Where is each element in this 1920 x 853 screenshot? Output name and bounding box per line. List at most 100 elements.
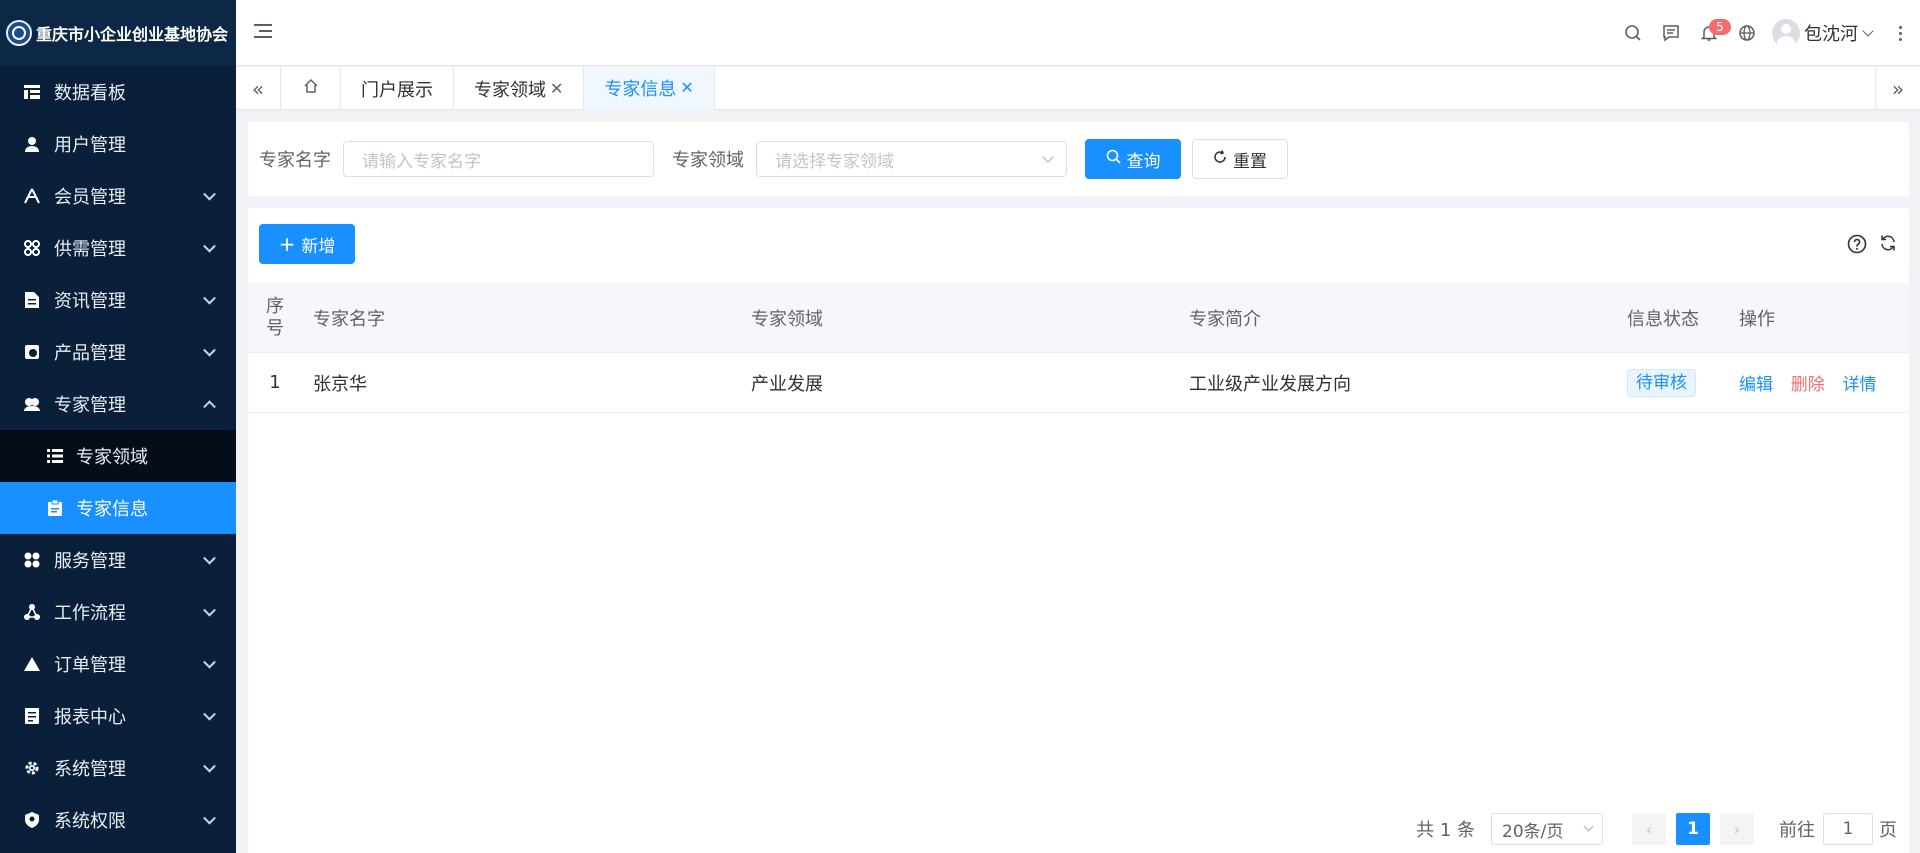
- member-icon: [22, 186, 42, 206]
- chevron-down-icon: [203, 291, 216, 305]
- sidebar-item-experts[interactable]: 专家管理: [0, 378, 236, 430]
- detail-link[interactable]: 详情: [1842, 375, 1876, 395]
- tab-portal[interactable]: 门户展示: [341, 67, 454, 110]
- sidebar-item-members[interactable]: 会员管理: [0, 170, 236, 222]
- column-header-name: 专家名字: [313, 308, 385, 330]
- sidebar-item-products[interactable]: 产品管理: [0, 326, 236, 378]
- chevron-down-icon: [203, 759, 216, 773]
- sidebar-item-label: 会员管理: [54, 187, 126, 208]
- column-header-ops: 操作: [1739, 308, 1775, 330]
- expert-icon: [22, 394, 42, 414]
- user-menu[interactable]: 包沈河: [1772, 19, 1878, 47]
- cell-index: 1: [269, 371, 281, 393]
- app-logo[interactable]: 重庆市小企业创业基地协会: [0, 0, 236, 66]
- tabs-scroll-left-icon[interactable]: «: [236, 67, 281, 110]
- pagination-total: 共 1 条: [1416, 820, 1475, 841]
- expert-field-select[interactable]: 请选择专家领域: [756, 141, 1067, 177]
- sidebar-item-label: 工作流程: [54, 603, 126, 624]
- status-badge: 待审核: [1627, 368, 1696, 397]
- tab-bar: « 门户展示 专家领域 ✕ 专家信息 ✕ »: [236, 67, 1920, 110]
- chevron-down-icon: [203, 239, 216, 253]
- sidebar-item-system[interactable]: 系统管理: [0, 742, 236, 794]
- next-page-button[interactable]: ›: [1720, 813, 1754, 845]
- tab-expert-fields[interactable]: 专家领域 ✕: [454, 67, 585, 110]
- list-icon: [46, 447, 64, 465]
- more-icon[interactable]: [1888, 25, 1912, 41]
- sidebar-item-users[interactable]: 用户管理: [0, 118, 236, 170]
- sidebar-item-orders[interactable]: 订单管理: [0, 638, 236, 690]
- sidebar-item-workflow[interactable]: 工作流程: [0, 586, 236, 638]
- sidebar-item-label: 资讯管理: [54, 291, 126, 312]
- service-icon: [22, 550, 42, 570]
- reset-button[interactable]: 重置: [1192, 139, 1288, 179]
- sidebar-item-supply[interactable]: 供需管理: [0, 222, 236, 274]
- query-button-label: 查询: [1126, 151, 1161, 172]
- globe-icon[interactable]: [1728, 14, 1766, 52]
- chevron-down-icon: [1862, 25, 1874, 37]
- sidebar-item-services[interactable]: 服务管理: [0, 534, 236, 586]
- help-icon[interactable]: [1847, 234, 1867, 258]
- user-icon: [22, 134, 42, 154]
- page-size-value: 20条/页: [1502, 821, 1564, 842]
- query-button[interactable]: 查询: [1085, 139, 1181, 179]
- chevron-down-icon: [203, 187, 216, 201]
- menu-toggle-icon[interactable]: [254, 24, 272, 40]
- sidebar-item-label: 用户管理: [54, 135, 126, 156]
- sidebar-subitem-expert-info[interactable]: 专家信息: [0, 482, 236, 534]
- table-tools: [1847, 234, 1897, 258]
- sidebar-menu-lower: 服务管理 工作流程 订单管理 报表中心 系统管理 系统权限: [0, 534, 236, 846]
- chevron-up-icon: [203, 400, 216, 414]
- edit-link[interactable]: 编辑: [1739, 375, 1773, 395]
- column-header-field: 专家领域: [751, 308, 823, 330]
- sidebar-item-news[interactable]: 资讯管理: [0, 274, 236, 326]
- column-header-index: 序号: [266, 295, 284, 339]
- search-icon: [1106, 149, 1121, 169]
- chevron-down-icon: [203, 655, 216, 669]
- search-panel: 专家名字 请输入专家名字 专家领域 请选择专家领域 查询 重置: [248, 122, 1909, 196]
- shield-icon: [22, 810, 42, 830]
- delete-link[interactable]: 删除: [1791, 375, 1825, 395]
- sidebar-item-reports[interactable]: 报表中心: [0, 690, 236, 742]
- workflow-icon: [22, 602, 42, 622]
- cell-ops: 编辑 删除 详情: [1728, 370, 1909, 395]
- goto-page: 前往 1 页: [1779, 813, 1897, 845]
- username: 包沈河: [1804, 24, 1858, 45]
- column-header-intro: 专家简介: [1189, 308, 1261, 330]
- sidebar-subitem-expert-fields[interactable]: 专家领域: [0, 430, 236, 482]
- refresh-icon: [1213, 149, 1227, 169]
- expert-name-input[interactable]: 请输入专家名字: [343, 141, 654, 177]
- page-number-current[interactable]: 1: [1676, 813, 1710, 845]
- home-icon: [303, 78, 319, 99]
- expert-table: 序号 专家名字 专家领域 专家简介 信息状态 操作 1 张京华 产业发展 工业级…: [248, 283, 1909, 413]
- close-icon[interactable]: ✕: [550, 79, 563, 98]
- chevron-down-icon: [1583, 821, 1594, 832]
- cell-intro: 工业级产业发展方向: [1189, 373, 1351, 395]
- page-size-select[interactable]: 20条/页: [1491, 813, 1603, 845]
- add-button[interactable]: + 新增: [259, 224, 355, 264]
- cell-field: 产业发展: [751, 373, 823, 395]
- chevron-down-icon: [1042, 151, 1054, 163]
- top-header: 5 包沈河: [236, 0, 1920, 66]
- cell-status: 待审核: [1616, 368, 1728, 397]
- refresh-icon[interactable]: [1879, 234, 1897, 258]
- search-icon[interactable]: [1614, 14, 1652, 52]
- close-icon[interactable]: ✕: [680, 78, 693, 97]
- chevron-down-icon: [203, 811, 216, 825]
- tab-home[interactable]: [281, 67, 341, 110]
- goto-page-input[interactable]: 1: [1823, 813, 1873, 845]
- plus-icon: +: [278, 232, 296, 256]
- tab-expert-info[interactable]: 专家信息 ✕: [584, 67, 715, 110]
- prev-page-button[interactable]: ‹: [1632, 813, 1666, 845]
- sidebar-item-dashboard[interactable]: 数据看板: [0, 66, 236, 118]
- sidebar-item-label: 系统权限: [54, 811, 126, 832]
- tabs-scroll-right-icon[interactable]: »: [1875, 67, 1920, 110]
- avatar: [1772, 19, 1800, 47]
- message-icon[interactable]: [1652, 14, 1690, 52]
- bell-icon[interactable]: 5: [1690, 14, 1731, 52]
- sidebar-item-label: 数据看板: [54, 83, 126, 104]
- expert-submenu: 专家领域 专家信息: [0, 430, 236, 534]
- sidebar-item-label: 供需管理: [54, 239, 126, 260]
- sidebar-item-permissions[interactable]: 系统权限: [0, 794, 236, 846]
- header-actions: 5 包沈河: [1614, 0, 1920, 66]
- tab-label: 门户展示: [361, 79, 433, 101]
